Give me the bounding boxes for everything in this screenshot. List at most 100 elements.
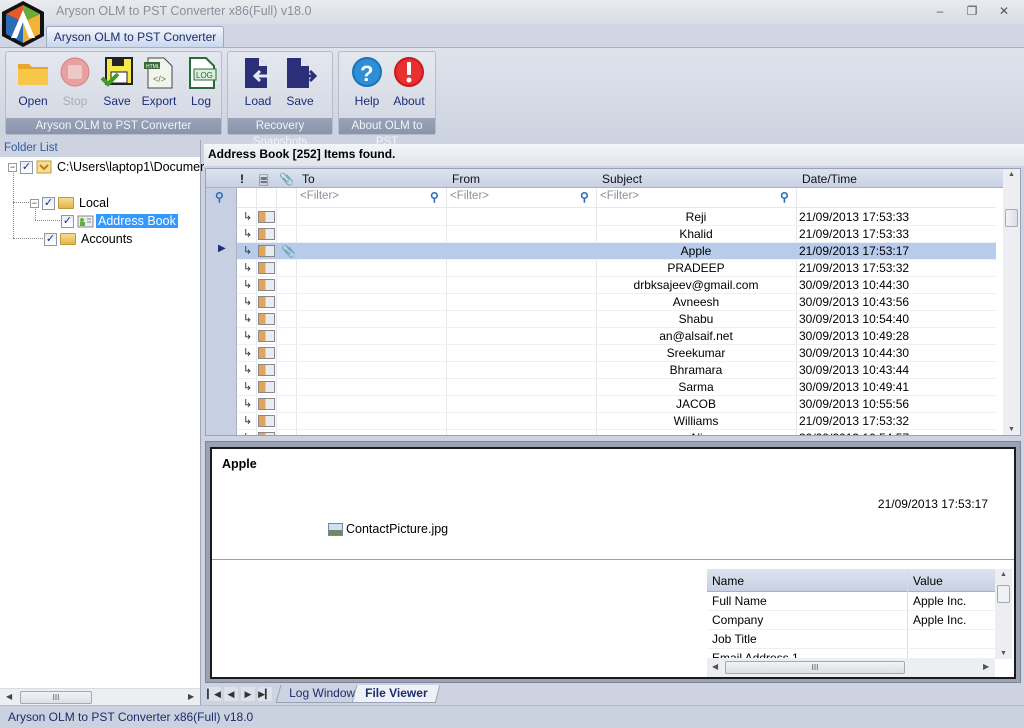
next-tab-button[interactable]: ▶ bbox=[241, 687, 255, 701]
contact-card-icon bbox=[258, 311, 275, 328]
table-row[interactable]: ↳ Ali30/09/2013 10:54:57 bbox=[237, 430, 996, 435]
scroll-right-icon[interactable]: ▶ bbox=[188, 692, 194, 701]
contact-card-icon bbox=[258, 260, 275, 277]
property-row[interactable]: Job Title bbox=[707, 630, 995, 649]
about-button[interactable]: About bbox=[388, 56, 430, 112]
attachment-link[interactable]: ContactPicture.jpg bbox=[328, 522, 448, 536]
scroll-down-icon[interactable]: ▼ bbox=[1000, 650, 1007, 657]
importance-arrow-icon: ↳ bbox=[243, 245, 253, 257]
checkbox[interactable]: ✓ bbox=[20, 160, 33, 174]
datetime-cell: 30/09/2013 10:43:56 bbox=[799, 295, 910, 309]
table-row[interactable]: ↳ Williams 21/09/2013 17:53:32 bbox=[237, 413, 996, 430]
tree-item-address-book[interactable]: ✓ Address Book bbox=[61, 212, 178, 230]
help-button[interactable]: ? Help bbox=[346, 56, 388, 112]
column-from[interactable]: From bbox=[452, 172, 480, 186]
filter-to-search-icon[interactable]: ⚲ bbox=[430, 190, 439, 204]
tree-item-root[interactable]: − ✓ C:\Users\laptop1\Documer bbox=[8, 158, 204, 176]
ribbon-group-label: Aryson OLM to PST Converter bbox=[6, 118, 221, 134]
scroll-left-icon[interactable]: ◀ bbox=[6, 692, 12, 701]
property-row[interactable]: Email Address 1 bbox=[707, 649, 995, 659]
column-attachment-paperclip-icon[interactable]: 📎 bbox=[279, 172, 294, 186]
scroll-down-icon[interactable]: ▼ bbox=[1008, 426, 1015, 433]
filter-from-search-icon[interactable]: ⚲ bbox=[580, 190, 589, 204]
scroll-thumb[interactable] bbox=[1005, 209, 1018, 227]
properties-header: Name Value bbox=[707, 569, 995, 592]
paperclip-icon: 📎 bbox=[281, 244, 296, 258]
load-snapshot-button[interactable]: Load bbox=[237, 56, 279, 112]
subject-cell: Avneesh bbox=[672, 295, 720, 309]
subject-cell: Sarma bbox=[678, 380, 714, 394]
column-subject[interactable]: Subject bbox=[602, 172, 642, 186]
table-row[interactable]: ↳ Khalid 21/09/2013 17:53:33 bbox=[237, 226, 996, 243]
table-row[interactable]: ↳ Sarma 30/09/2013 10:49:41 bbox=[237, 379, 996, 396]
scroll-right-icon[interactable]: ▶ bbox=[983, 662, 989, 671]
prev-tab-button[interactable]: ◀ bbox=[224, 687, 238, 701]
scroll-thumb[interactable]: III bbox=[725, 661, 905, 674]
filter-from-input[interactable]: <Filter> bbox=[450, 190, 489, 202]
table-row[interactable]: ↳ JACOB 30/09/2013 10:55:56 bbox=[237, 396, 996, 413]
properties-table: Name Value Full Name Apple Inc. Company … bbox=[707, 569, 1012, 677]
checkbox[interactable]: ✓ bbox=[42, 196, 55, 210]
scroll-thumb[interactable] bbox=[997, 585, 1010, 603]
property-row[interactable]: Company Apple Inc. bbox=[707, 611, 995, 630]
collapse-icon[interactable]: − bbox=[30, 198, 39, 208]
table-row[interactable]: ↳ drbksajeev@gmail.com 30/09/2013 10:44:30 bbox=[237, 277, 996, 294]
folder-horizontal-scrollbar[interactable]: ◀ III ▶ bbox=[0, 688, 200, 705]
collapse-icon[interactable]: − bbox=[8, 162, 17, 172]
ribbon: Open Stop Save HTML </> Export LOG Log Ar… bbox=[0, 47, 1024, 148]
tree-item-accounts[interactable]: ✓ Accounts bbox=[44, 230, 132, 248]
bottom-tab-bar: ▎◀ ◀ ▶ ▶▎ Log Window File Viewer bbox=[204, 684, 1024, 704]
table-row[interactable]: ↳ Sreekumar 30/09/2013 10:44:30 bbox=[237, 345, 996, 362]
last-tab-button[interactable]: ▶▎ bbox=[258, 687, 272, 701]
ribbon-tab-main[interactable]: Aryson OLM to PST Converter bbox=[46, 26, 224, 48]
header-name[interactable]: Name bbox=[712, 574, 744, 588]
checkbox[interactable]: ✓ bbox=[61, 214, 74, 228]
app-logo-icon[interactable] bbox=[0, 0, 46, 48]
restore-button[interactable]: ❐ bbox=[958, 2, 986, 20]
properties-vertical-scrollbar[interactable]: ▲ ▼ bbox=[995, 569, 1012, 659]
open-button[interactable]: Open bbox=[12, 56, 54, 112]
header-value[interactable]: Value bbox=[913, 574, 943, 588]
grid-vertical-scrollbar[interactable]: ▲ ▼ bbox=[1003, 169, 1020, 435]
table-row[interactable]: ↳ PRADEEP 21/09/2013 17:53:32 bbox=[237, 260, 996, 277]
properties-horizontal-scrollbar[interactable]: ◀ III ▶ bbox=[707, 659, 995, 677]
save-button[interactable]: Save bbox=[96, 56, 138, 112]
column-datetime[interactable]: Date/Time bbox=[802, 172, 857, 186]
stop-button[interactable]: Stop bbox=[54, 56, 96, 112]
datetime-cell: 30/09/2013 10:54:40 bbox=[799, 312, 910, 326]
svg-text:HTML: HTML bbox=[146, 64, 160, 70]
filter-row: <Filter> ⚲ <Filter> ⚲ <Filter> ⚲ bbox=[237, 188, 996, 208]
importance-arrow-icon: ↳ bbox=[243, 228, 253, 240]
subject-cell: Williams bbox=[673, 414, 719, 428]
filter-subject-input[interactable]: <Filter> bbox=[600, 190, 639, 202]
ribbon-group-label: About OLM to PST bbox=[339, 118, 435, 148]
scroll-up-icon[interactable]: ▲ bbox=[1008, 171, 1015, 178]
save-snapshot-button[interactable]: Save bbox=[279, 56, 321, 112]
table-row[interactable]: ↳ Shabu 30/09/2013 10:54:40 bbox=[237, 311, 996, 328]
property-row[interactable]: Full Name Apple Inc. bbox=[707, 592, 995, 611]
column-importance[interactable]: ! bbox=[240, 172, 244, 186]
log-button[interactable]: LOG Log bbox=[180, 56, 222, 112]
table-row[interactable]: ↳ 📎 Apple 21/09/2013 17:53:17 bbox=[237, 243, 996, 260]
checkbox[interactable]: ✓ bbox=[44, 232, 57, 246]
first-tab-button[interactable]: ▎◀ bbox=[207, 687, 221, 701]
table-row[interactable]: ↳ Avneesh 30/09/2013 10:43:56 bbox=[237, 294, 996, 311]
table-row[interactable]: ↳ Reji 21/09/2013 17:53:33 bbox=[237, 209, 996, 226]
tree-item-label: Local bbox=[79, 196, 109, 210]
minimize-button[interactable]: – bbox=[926, 2, 954, 20]
scroll-left-icon[interactable]: ◀ bbox=[712, 662, 718, 671]
contact-card-icon bbox=[258, 379, 275, 396]
column-to[interactable]: To bbox=[302, 172, 315, 186]
export-button[interactable]: HTML </> Export bbox=[138, 56, 180, 112]
scroll-thumb[interactable]: III bbox=[20, 691, 92, 704]
filter-to-input[interactable]: <Filter> bbox=[300, 190, 339, 202]
filter-subject-search-icon[interactable]: ⚲ bbox=[780, 190, 789, 204]
filter-search-icon[interactable]: ⚲ bbox=[215, 190, 224, 204]
property-name: Email Address 1 bbox=[712, 651, 799, 659]
tree-item-local[interactable]: − ✓ Local bbox=[30, 194, 109, 212]
table-row[interactable]: ↳ an@alsaif.net 30/09/2013 10:49:28 bbox=[237, 328, 996, 345]
close-button[interactable]: ✕ bbox=[990, 2, 1018, 20]
tab-file-viewer[interactable]: File Viewer bbox=[351, 685, 441, 703]
table-row[interactable]: ↳ Bhramara 30/09/2013 10:43:44 bbox=[237, 362, 996, 379]
scroll-up-icon[interactable]: ▲ bbox=[1000, 571, 1007, 578]
